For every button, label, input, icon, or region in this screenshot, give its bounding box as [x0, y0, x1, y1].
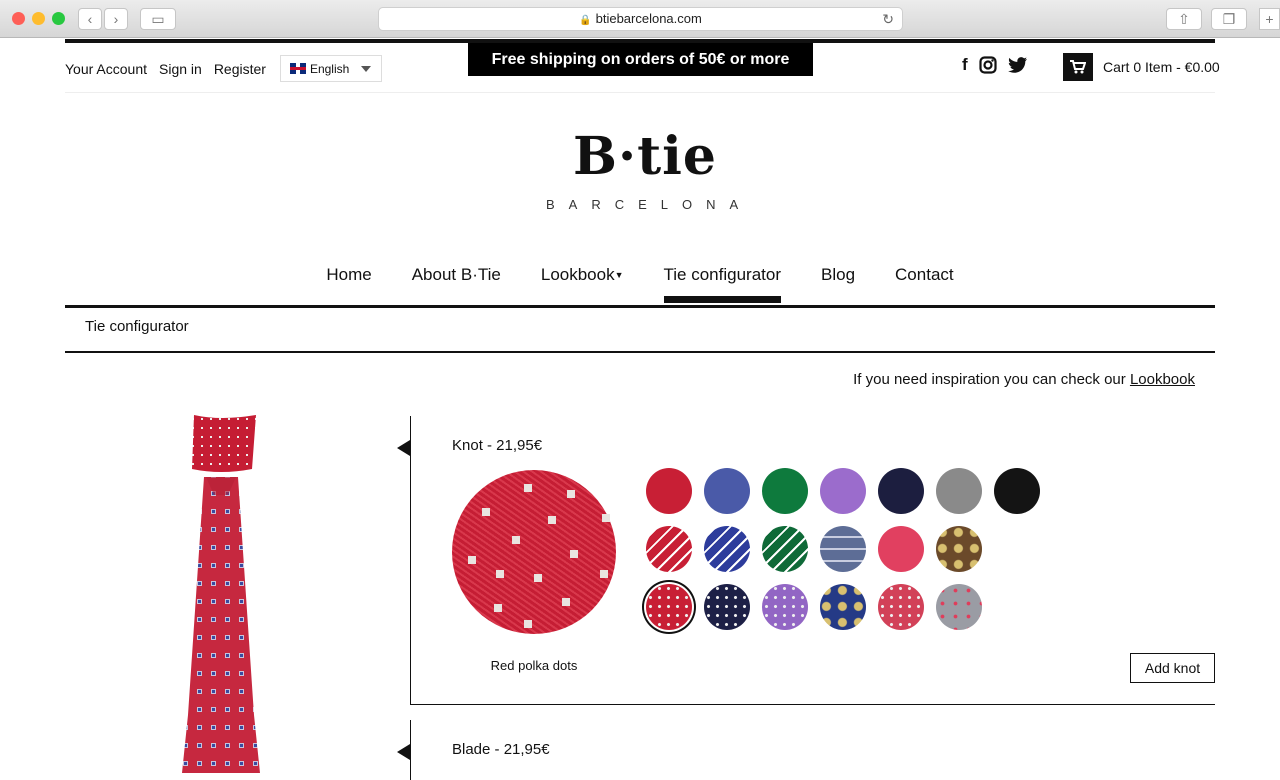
- fabric-swatch[interactable]: [646, 584, 692, 630]
- register-link[interactable]: Register: [214, 61, 266, 77]
- nav-divider: [65, 305, 1215, 308]
- language-label: English: [309, 61, 350, 76]
- chevron-down-icon: ▼: [614, 270, 624, 280]
- fabric-swatch[interactable]: [704, 584, 750, 630]
- cart-summary[interactable]: Cart 0 Item - €0.00: [1063, 53, 1220, 81]
- fabric-swatch[interactable]: [762, 526, 808, 572]
- fabric-swatch[interactable]: [762, 468, 808, 514]
- fabric-swatch[interactable]: [878, 584, 924, 630]
- fabric-swatch[interactable]: [820, 584, 866, 630]
- fabric-swatch[interactable]: [704, 468, 750, 514]
- tie-preview-image: [182, 415, 260, 773]
- account-links: Your Account Sign in Register English: [65, 55, 383, 82]
- cart-icon[interactable]: [1063, 53, 1093, 81]
- cart-label[interactable]: Cart 0 Item - €0.00: [1103, 59, 1220, 75]
- language-select[interactable]: English: [279, 55, 383, 82]
- collapse-arrow-icon[interactable]: [397, 440, 410, 456]
- web-page: Your Account Sign in Register English Fr…: [0, 39, 1280, 780]
- fabric-swatch[interactable]: [878, 526, 924, 572]
- fabric-swatch[interactable]: [646, 526, 692, 572]
- sign-in-link[interactable]: Sign in: [159, 61, 202, 77]
- fabric-swatch[interactable]: [936, 468, 982, 514]
- fabric-swatch[interactable]: [820, 468, 866, 514]
- nav-home[interactable]: Home: [326, 265, 371, 303]
- fabric-swatch[interactable]: [936, 584, 982, 630]
- tabs-icon[interactable]: ❐: [1211, 8, 1247, 30]
- fabric-swatch[interactable]: [994, 468, 1040, 514]
- nav-lookbook[interactable]: Lookbook▼: [541, 265, 624, 303]
- main-navigation: Home About B·Tie Lookbook▼ Tie configura…: [0, 265, 1280, 303]
- breadcrumb-divider: [65, 351, 1215, 353]
- selected-fabric-preview: [452, 470, 616, 634]
- promo-banner: Free shipping on orders of 50€ or more: [468, 43, 813, 76]
- fabric-swatch[interactable]: [820, 526, 866, 572]
- fabric-swatch[interactable]: [762, 584, 808, 630]
- uk-flag-icon: [289, 63, 306, 74]
- knot-title: Knot - 21,95€: [452, 437, 543, 454]
- new-tab-icon[interactable]: +: [1259, 8, 1280, 30]
- address-bar[interactable]: 🔒 btiebarcelona.com ↻: [378, 7, 903, 31]
- header-divider: [65, 92, 1215, 93]
- back-icon[interactable]: ‹: [78, 8, 102, 30]
- sidebar-icon[interactable]: ▭: [140, 8, 176, 30]
- social-links: f: [962, 55, 1028, 75]
- nav-tie-configurator[interactable]: Tie configurator: [663, 265, 782, 303]
- fabric-swatch[interactable]: [936, 526, 982, 572]
- twitter-icon[interactable]: [1007, 56, 1028, 74]
- fabric-swatch[interactable]: [704, 526, 750, 572]
- url-text: btiebarcelona.com: [595, 11, 702, 26]
- share-icon[interactable]: ⇧: [1166, 8, 1202, 30]
- fabric-swatch[interactable]: [878, 468, 924, 514]
- logo-wordmark: B·tie: [573, 126, 717, 187]
- your-account-link[interactable]: Your Account: [65, 61, 147, 77]
- inspiration-text: If you need inspiration you can check ou…: [853, 371, 1195, 388]
- maximize-window-icon[interactable]: [52, 12, 65, 25]
- collapse-arrow-icon[interactable]: [397, 744, 410, 760]
- site-logo[interactable]: B·tie BARCELONA: [540, 126, 753, 213]
- nav-lookbook-label: Lookbook: [540, 265, 615, 284]
- minimize-window-icon[interactable]: [32, 12, 45, 25]
- breadcrumb: Tie configurator: [85, 318, 189, 335]
- browser-toolbar: ‹ › ▭ 🔒 btiebarcelona.com ↻ ⇧ ❐ +: [0, 0, 1280, 38]
- add-knot-button[interactable]: Add knot: [1130, 653, 1215, 683]
- knot-configurator: Knot - 21,95€ Red polka dots Add knot: [397, 416, 1215, 705]
- blade-title: Blade - 21,95€: [452, 741, 550, 758]
- fabric-swatch[interactable]: [646, 468, 692, 514]
- selected-fabric-name: Red polka dots: [490, 658, 578, 673]
- inspiration-label: If you need inspiration you can check ou…: [853, 371, 1130, 388]
- blade-configurator: Blade - 21,95€: [397, 720, 1215, 780]
- nav-blog[interactable]: Blog: [821, 265, 855, 303]
- nav-contact[interactable]: Contact: [895, 265, 954, 303]
- facebook-icon[interactable]: f: [962, 55, 968, 75]
- reload-icon[interactable]: ↻: [882, 8, 894, 30]
- close-window-icon[interactable]: [12, 12, 25, 25]
- forward-icon[interactable]: ›: [104, 8, 128, 30]
- chevron-down-icon: [361, 65, 372, 72]
- lookbook-link[interactable]: Lookbook: [1130, 371, 1195, 388]
- logo-subtitle: BARCELONA: [546, 197, 753, 212]
- instagram-icon[interactable]: [979, 56, 997, 74]
- lock-icon: 🔒: [579, 15, 592, 26]
- nav-about[interactable]: About B·Tie: [412, 265, 501, 303]
